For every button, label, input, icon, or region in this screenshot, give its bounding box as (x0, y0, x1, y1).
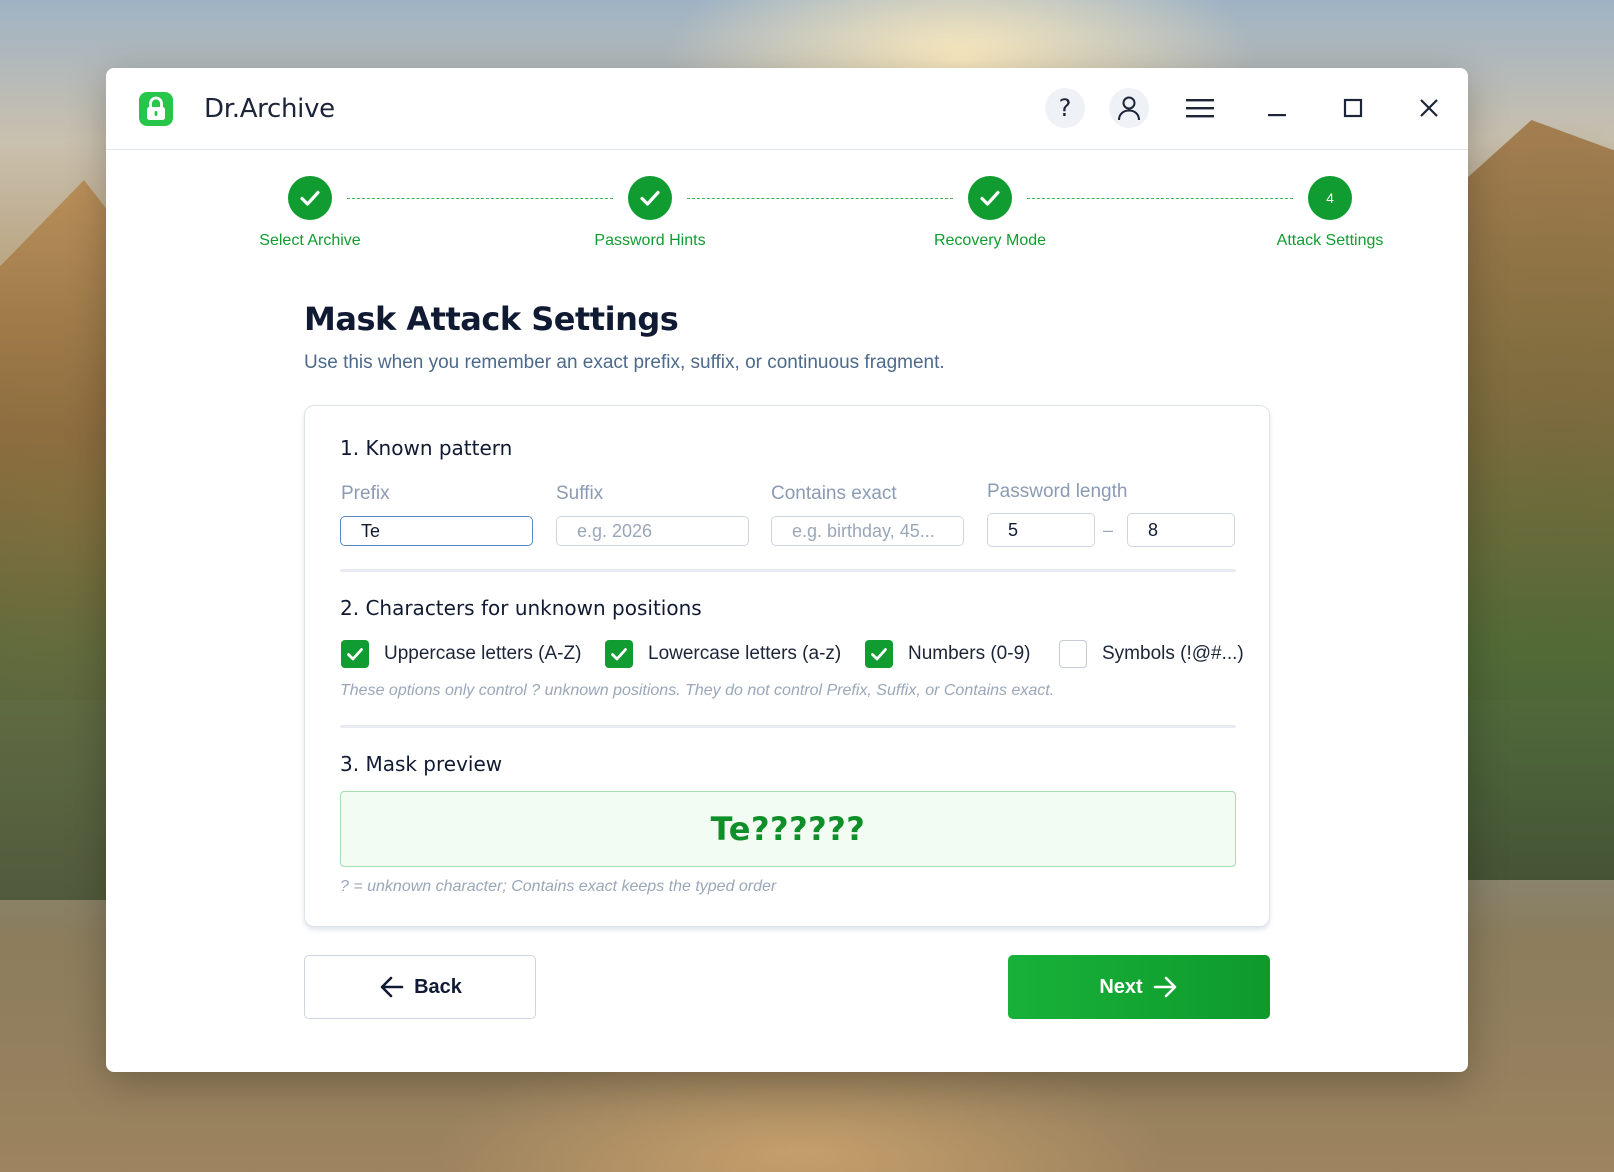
checkbox-label: Uppercase letters (A-Z) (384, 643, 582, 664)
arrow-left-icon (378, 973, 406, 1001)
next-button-label: Next (1099, 975, 1143, 998)
checkbox-unchecked-icon (1059, 640, 1087, 668)
account-button[interactable] (1109, 88, 1149, 128)
check-icon (288, 176, 332, 220)
settings-card: 1. Known pattern Prefix Suffix Contains … (304, 405, 1270, 927)
background-mountain-right (1464, 120, 1614, 880)
symbols-checkbox[interactable]: Symbols (!@#...) (1059, 640, 1244, 668)
minimize-button[interactable] (1257, 88, 1297, 128)
hamburger-menu-icon (1186, 99, 1214, 118)
titlebar: Dr.Archive ? (106, 68, 1468, 150)
step-select-archive: Select Archive (210, 176, 410, 250)
app-title: Dr.Archive (204, 94, 335, 124)
step-label: Password Hints (594, 232, 706, 249)
contains-exact-input[interactable] (771, 516, 964, 546)
checkbox-label: Lowercase letters (a-z) (648, 643, 842, 664)
back-button[interactable]: Back (304, 955, 536, 1019)
app-window: Dr.Archive ? Select Archive Password Hin… (106, 68, 1468, 1072)
length-max-input[interactable] (1127, 513, 1235, 547)
step-label: Attack Settings (1276, 232, 1384, 249)
contains-exact-label: Contains exact (771, 483, 897, 504)
section-known-pattern-title: 1. Known pattern (340, 436, 513, 460)
user-icon (1118, 96, 1140, 121)
uppercase-checkbox[interactable]: Uppercase letters (A-Z) (341, 640, 581, 668)
mask-preview: Te?????? (340, 791, 1236, 867)
divider (340, 569, 1236, 572)
checkbox-checked-icon (865, 640, 893, 668)
password-length-label: Password length (987, 481, 1128, 502)
close-icon (1420, 99, 1438, 117)
prefix-input[interactable] (340, 516, 533, 546)
lock-icon (139, 92, 173, 126)
arrow-right-icon (1151, 973, 1179, 1001)
help-button[interactable]: ? (1045, 88, 1085, 128)
maximize-icon (1343, 98, 1363, 118)
close-button[interactable] (1409, 88, 1449, 128)
page-subtitle: Use this when you remember an exact pref… (304, 352, 945, 373)
checkbox-checked-icon (605, 640, 633, 668)
page-title: Mask Attack Settings (304, 300, 679, 338)
back-button-label: Back (414, 975, 462, 998)
step-label: Recovery Mode (933, 232, 1047, 249)
step-recovery-mode: Recovery Mode (890, 176, 1090, 250)
next-button[interactable]: Next (1008, 955, 1270, 1019)
suffix-input[interactable] (556, 516, 749, 546)
check-icon (628, 176, 672, 220)
progress-stepper: Select Archive Password Hints Recovery M… (106, 176, 1468, 266)
prefix-label: Prefix (341, 483, 390, 504)
divider (340, 725, 1236, 728)
step-number: 4 (1308, 176, 1352, 220)
suffix-label: Suffix (556, 483, 604, 504)
minimize-icon (1268, 114, 1286, 117)
step-password-hints: Password Hints (550, 176, 750, 250)
mask-preview-note: ? = unknown character; Contains exact ke… (340, 878, 777, 895)
step-label: Select Archive (259, 232, 361, 249)
section-mask-preview-title: 3. Mask preview (340, 752, 503, 776)
length-min-input[interactable] (987, 513, 1095, 547)
checkbox-label: Numbers (0-9) (908, 643, 1031, 664)
menu-button[interactable] (1180, 88, 1220, 128)
checkbox-label: Symbols (!@#...) (1102, 643, 1244, 664)
lowercase-checkbox[interactable]: Lowercase letters (a-z) (605, 640, 841, 668)
length-separator: – (1103, 520, 1114, 540)
charset-note: These options only control ? unknown pos… (340, 682, 1055, 699)
question-icon: ? (1058, 94, 1072, 122)
check-icon (968, 176, 1012, 220)
checkbox-checked-icon (341, 640, 369, 668)
maximize-button[interactable] (1333, 88, 1373, 128)
numbers-checkbox[interactable]: Numbers (0-9) (865, 640, 1030, 668)
section-charset-title: 2. Characters for unknown positions (340, 596, 702, 620)
step-attack-settings: 4 Attack Settings (1230, 176, 1430, 250)
